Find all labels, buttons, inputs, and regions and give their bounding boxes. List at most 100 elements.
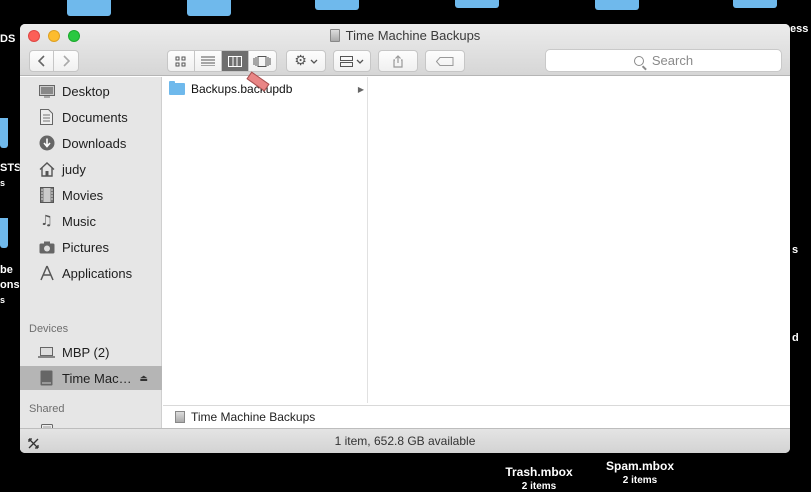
sidebar-item-music[interactable]: ♫ Music [20,209,162,233]
window-title-text: Time Machine Backups [345,28,481,43]
sidebar-item-judy[interactable]: judy [20,157,162,181]
desktop-folder-icon[interactable] [595,0,639,10]
desktop-label: DS [0,33,16,45]
icon-view-button[interactable] [168,51,195,71]
desktop: DS STS s be ons s ess s d Trash.mbox 2 i… [0,0,811,492]
sidebar-item-pictures[interactable]: Pictures [20,235,162,259]
toolbar: Time Machine Backups ⚙ Search [20,24,790,76]
tags-button[interactable] [425,50,465,72]
desktop-label: be [0,264,13,276]
back-button[interactable] [30,51,54,71]
search-icon [633,55,644,66]
sidebar-devices-header: Devices [29,323,69,335]
sidebar-item-label: Time Mac… [62,370,132,386]
sidebar-item-time-machine[interactable]: Time Mac… ⏏ [20,366,162,390]
drive-icon [329,29,340,42]
desktop-folder-icon[interactable] [67,0,111,16]
path-bar: Time Machine Backups [163,405,790,427]
eject-icon[interactable]: ⏏ [139,373,148,384]
sidebar-shared-header: Shared [29,403,65,415]
desktop-icon-count: 2 items [521,481,557,492]
pictures-icon [38,239,55,256]
desktop-label: s [0,295,6,305]
home-icon [38,161,55,178]
desktop-icon-spam-mbox[interactable]: Spam.mbox 2 items [598,459,682,486]
chevron-down-icon [310,59,318,64]
sidebar-item-label: Desktop [62,83,110,99]
sidebar-item-label: Pictures [62,239,109,255]
desktop-folder-icon[interactable] [733,0,777,8]
cover-flow-button[interactable] [249,51,276,71]
desktop-label: STS [0,162,22,174]
desktop-label: s [792,244,799,256]
window-title: Time Machine Backups [20,28,790,43]
downloads-icon [38,135,55,152]
finder-window: Time Machine Backups ⚙ Search Desktop Do… [20,24,790,453]
arrange-icon [340,55,353,67]
sidebar-item-applications[interactable]: Applications [20,261,162,285]
desktop-label: ons [0,279,20,291]
gear-icon: ⚙ [294,53,307,69]
item-label: Backups.backupdb [191,82,293,96]
desktop-folder-icon[interactable] [455,0,499,8]
documents-icon [38,109,55,126]
sidebar-item-label: Applications [62,265,133,281]
column-view-icon [227,55,242,67]
sidebar-item-movies[interactable]: Movies [20,183,162,207]
desktop-icon-trash-mbox[interactable]: Trash.mbox 2 items [498,465,580,492]
sidebar-item-desktop[interactable]: Desktop [20,79,162,103]
drive-icon [175,410,185,423]
applications-icon [38,265,55,282]
desktop-icon [38,83,55,100]
sidebar-item-label: Movies [62,187,104,203]
browser-column: Backups.backupdb ▶ [163,77,368,403]
desktop-folder-icon[interactable] [0,218,8,248]
search-field[interactable]: Search [545,49,782,72]
arrange-menu-button[interactable] [333,50,371,72]
view-mode-control [167,50,277,72]
list-view-icon [200,56,215,66]
desktop-icon-label: Spam.mbox [605,459,674,473]
cover-flow-icon [253,55,271,67]
share-button[interactable] [378,50,418,72]
list-view-button[interactable] [195,51,223,71]
forward-button[interactable] [54,51,78,71]
sidebar-item-label: Music [62,213,96,229]
search-placeholder: Search [651,53,694,68]
desktop-label: d [792,332,799,344]
sidebar-toggle-icon[interactable] [28,433,39,453]
status-bar: 1 item, 652.8 GB available [20,428,790,453]
movies-icon [38,187,55,204]
music-icon: ♫ [40,213,53,229]
desktop-icon-count: 2 items [622,475,658,486]
sidebar-item-downloads[interactable]: Downloads [20,131,162,155]
chevron-left-icon [37,55,45,67]
sidebar: Desktop Documents Downloads judy Movies … [20,77,162,453]
desktop-folder-icon[interactable] [0,118,8,148]
chevron-down-icon [356,59,364,64]
tag-icon [436,56,454,66]
desktop-folder-icon[interactable] [187,0,231,16]
sidebar-item-label: Documents [62,109,128,125]
nav-buttons [29,50,79,72]
desktop-icon-label: Trash.mbox [505,465,573,479]
share-icon [393,54,403,68]
desktop-folder-icon[interactable] [315,0,359,10]
icon-view-icon [175,56,186,66]
column-view-button[interactable] [222,51,249,71]
sidebar-item-mbp[interactable]: MBP (2) [20,340,162,364]
sidebar-item-label: judy [62,161,86,177]
laptop-icon [38,344,55,361]
sidebar-item-documents[interactable]: Documents [20,105,162,129]
path-item[interactable]: Time Machine Backups [191,410,315,424]
folder-icon [169,81,185,95]
sidebar-item-label: Downloads [62,135,127,151]
desktop-label: s [0,178,6,188]
disclosure-arrow-icon: ▶ [357,84,364,94]
drive-icon [38,370,55,387]
action-menu-button[interactable]: ⚙ [286,50,326,72]
desktop-label: ess [790,23,809,35]
sidebar-item-label: MBP (2) [62,344,110,360]
chevron-right-icon [63,55,70,67]
status-text: 1 item, 652.8 GB available [334,434,476,448]
